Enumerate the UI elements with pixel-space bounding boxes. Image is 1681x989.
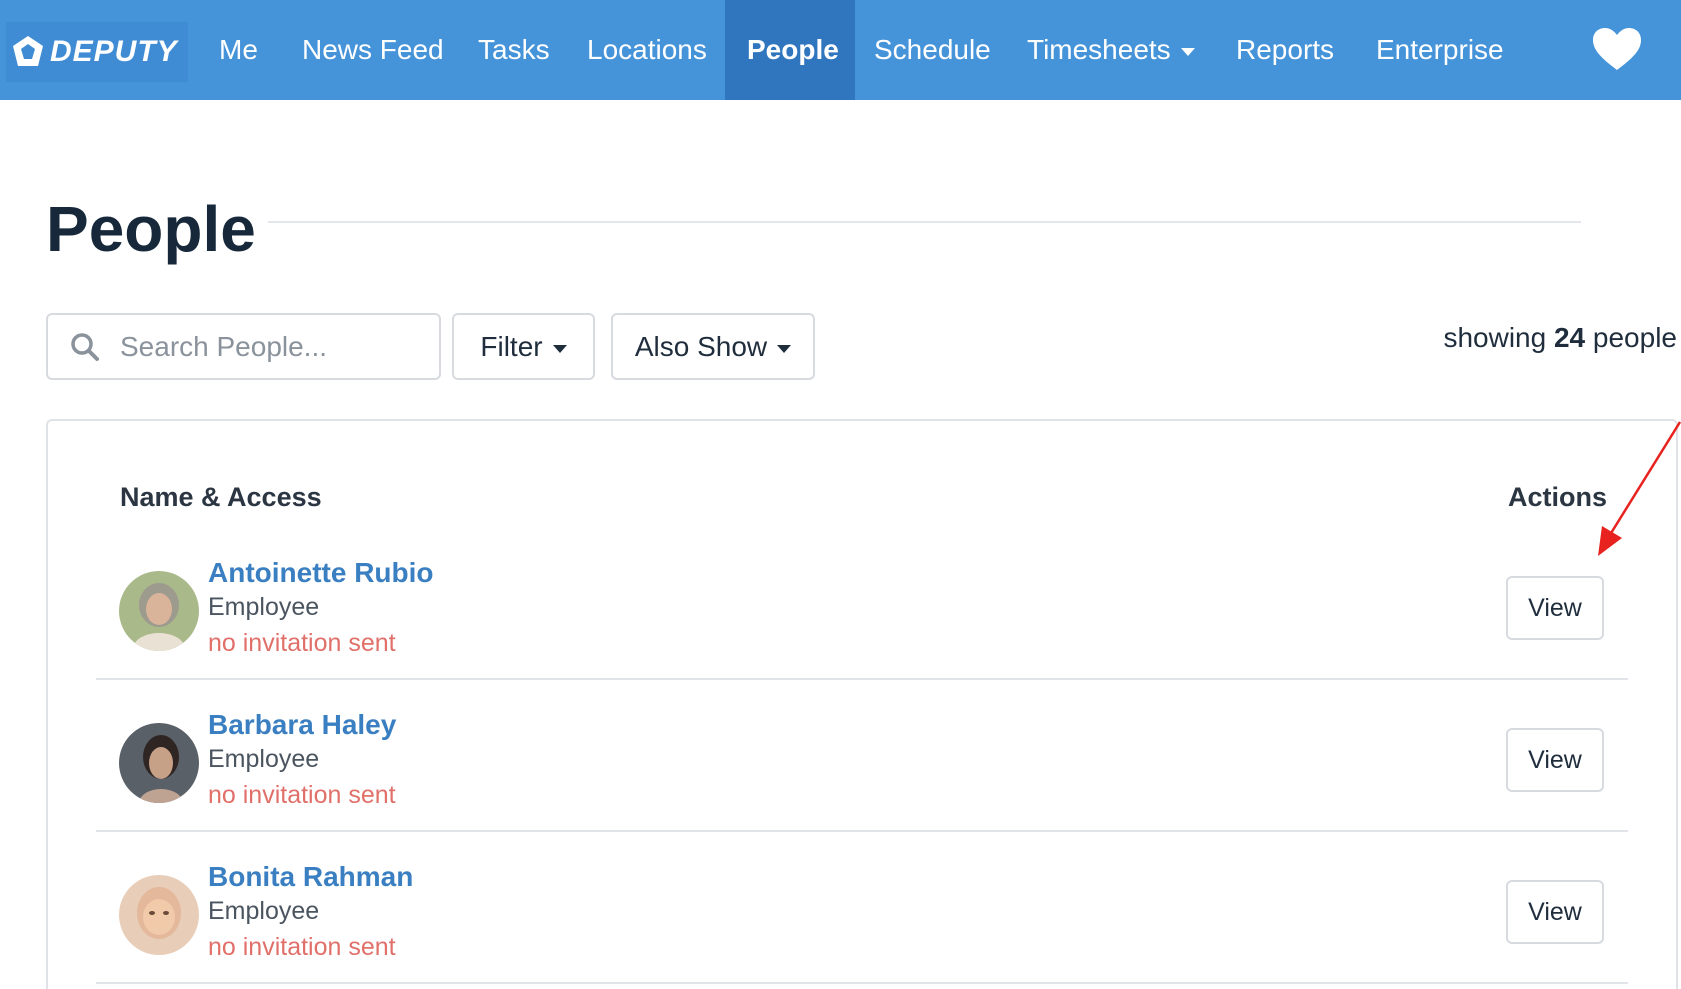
chevron-down-icon	[1180, 48, 1195, 56]
deputy-logo-icon	[13, 36, 43, 66]
brand-name: DEPUTY	[50, 35, 178, 68]
nav-item-label: Reports	[1236, 34, 1335, 65]
people-count-prefix: showing	[1443, 322, 1547, 353]
search-icon	[71, 332, 99, 361]
filter-dropdown-button[interactable]: Filter	[452, 313, 595, 380]
invitation-status: no invitation sent	[208, 781, 396, 809]
heart-icon[interactable]	[1591, 26, 1643, 72]
nav-item-label: Me	[219, 34, 258, 65]
also-show-dropdown-button[interactable]: Also Show	[611, 313, 815, 380]
nav-item-me[interactable]: Me	[219, 0, 258, 100]
person-role: Employee	[208, 897, 320, 925]
row-divider	[96, 678, 1628, 680]
search-box[interactable]	[46, 313, 441, 380]
nav-item-label: Timesheets	[1027, 34, 1171, 65]
annotation-arrow-icon	[1598, 421, 1681, 556]
nav-item-label: Schedule	[874, 34, 991, 65]
nav-item-news-feed[interactable]: News Feed	[302, 0, 444, 100]
column-header-name-access: Name & Access	[120, 482, 322, 512]
invitation-status: no invitation sent	[208, 629, 396, 657]
nav-item-locations[interactable]: Locations	[587, 0, 707, 100]
filter-label: Filter	[480, 330, 543, 362]
top-navigation-bar: DEPUTY Me News Feed Tasks Locations Peop…	[0, 0, 1681, 100]
view-button[interactable]: View	[1506, 880, 1604, 944]
nav-item-tasks[interactable]: Tasks	[478, 0, 550, 100]
nav-item-label: People	[747, 34, 839, 65]
nav-item-reports[interactable]: Reports	[1236, 0, 1334, 100]
table-row: Antoinette Rubio Employee no invitation …	[96, 547, 1628, 699]
chevron-down-icon	[777, 344, 792, 353]
view-button[interactable]: View	[1506, 576, 1604, 640]
row-divider	[96, 982, 1628, 984]
nav-item-timesheets[interactable]: Timesheets	[1027, 0, 1195, 100]
deputy-logo[interactable]: DEPUTY	[6, 22, 188, 82]
person-role: Employee	[208, 745, 320, 773]
nav-item-label: Enterprise	[1376, 34, 1504, 65]
table-row: Barbara Haley Employee no invitation sen…	[96, 699, 1628, 851]
person-role: Employee	[208, 593, 320, 621]
person-name-link[interactable]: Barbara Haley	[208, 709, 396, 741]
nav-item-label: News Feed	[302, 34, 444, 65]
invitation-status: no invitation sent	[208, 933, 396, 961]
avatar	[119, 875, 199, 955]
person-name-link[interactable]: Antoinette Rubio	[208, 557, 434, 589]
also-show-label: Also Show	[634, 330, 768, 362]
row-divider	[96, 830, 1628, 832]
avatar	[119, 571, 199, 651]
people-count: showing 24 people	[1443, 322, 1677, 354]
person-name-link[interactable]: Bonita Rahman	[208, 861, 413, 893]
table-row: Bonita Rahman Employee no invitation sen…	[96, 851, 1628, 989]
page-title: People	[46, 193, 256, 265]
avatar	[119, 723, 199, 803]
nav-item-enterprise[interactable]: Enterprise	[1376, 0, 1504, 100]
nav-item-people[interactable]: People	[725, 0, 855, 100]
view-button[interactable]: View	[1506, 728, 1604, 792]
search-input[interactable]	[120, 330, 420, 363]
title-divider	[268, 221, 1581, 223]
nav-item-schedule[interactable]: Schedule	[874, 0, 991, 100]
people-count-suffix: people	[1592, 322, 1677, 353]
nav-item-label: Tasks	[478, 34, 550, 65]
people-count-number: 24	[1553, 322, 1586, 353]
nav-item-label: Locations	[587, 34, 707, 65]
chevron-down-icon	[552, 344, 567, 353]
